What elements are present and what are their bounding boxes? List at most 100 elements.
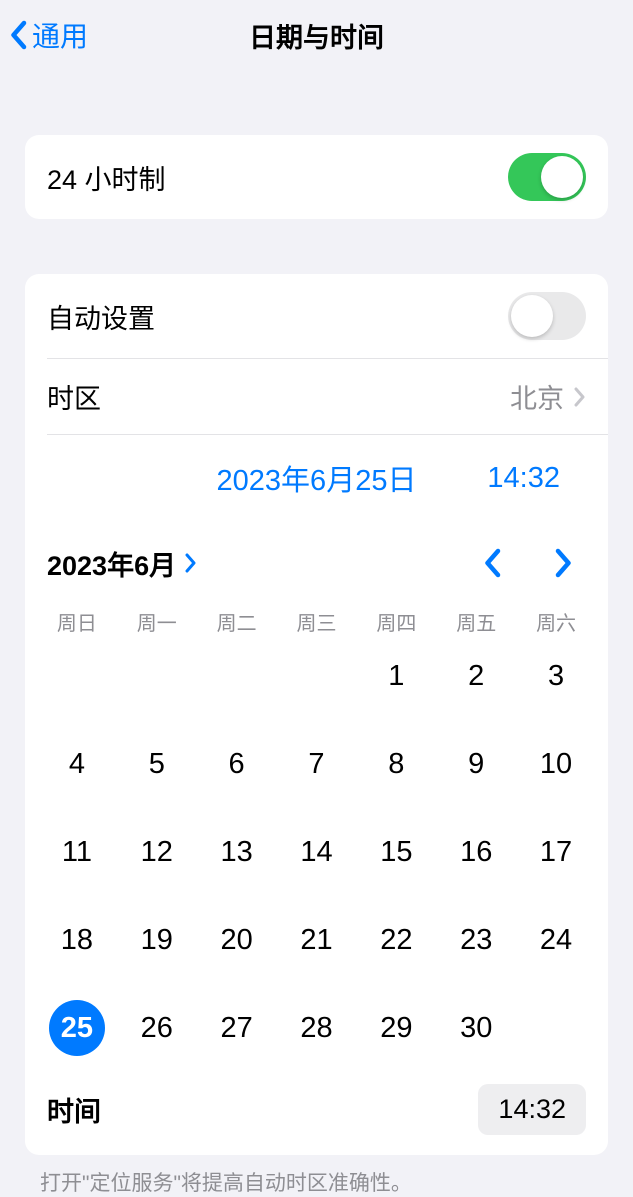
section-datetime: 自动设置 时区 北京 2023年6月25日 14:32 2023年6月 [25,274,608,1155]
day-cell[interactable]: 22 [356,910,436,970]
day-cell[interactable]: 5 [117,734,197,794]
day-cell[interactable]: 30 [436,998,516,1058]
day-cell[interactable]: 13 [197,822,277,882]
weekday-label: 周日 [37,601,117,642]
day-number: 3 [528,648,584,704]
row-autoset: 自动设置 [25,274,608,358]
day-cell[interactable]: 14 [277,822,357,882]
day-cell[interactable]: 26 [117,998,197,1058]
weekday-header: 周日周一周二周三周四周五周六 [25,593,608,642]
month-navigation: 2023年6月 [25,521,608,593]
nav-header: 通用 日期与时间 [0,0,633,70]
day-cell[interactable]: 23 [436,910,516,970]
chevron-right-icon [574,387,586,407]
chevron-left-icon [482,548,502,578]
day-number: 8 [368,736,424,792]
label-autoset: 自动设置 [47,297,508,336]
day-cell[interactable]: 3 [516,646,596,706]
day-number: 29 [368,1000,424,1056]
day-cell[interactable]: 29 [356,998,436,1058]
day-cell[interactable]: 21 [277,910,357,970]
day-cell[interactable]: 12 [117,822,197,882]
calendar-grid: 1234567891011121314151617181920212223242… [25,642,608,1070]
day-cell[interactable]: 8 [356,734,436,794]
day-number: 10 [528,736,584,792]
day-number: 4 [49,736,105,792]
toggle-knob [511,295,553,337]
label-time: 时间 [47,1090,478,1129]
prev-month-button[interactable] [470,541,514,585]
day-cell-empty [277,646,357,706]
day-cell[interactable]: 1 [356,646,436,706]
day-number: 6 [209,736,265,792]
day-number: 2 [448,648,504,704]
day-cell[interactable]: 20 [197,910,277,970]
day-number: 24 [528,912,584,968]
time-picker[interactable]: 14:32 [478,1084,586,1135]
row-timezone[interactable]: 时区 北京 [25,359,608,434]
row-24hour: 24 小时制 [25,135,608,219]
toggle-autoset[interactable] [508,292,586,340]
day-cell[interactable]: 27 [197,998,277,1058]
day-number: 15 [368,824,424,880]
month-picker[interactable]: 2023年6月 [47,544,198,583]
day-number: 21 [288,912,344,968]
weekday-label: 周四 [356,601,436,642]
chevron-left-icon [8,20,28,50]
day-number: 22 [368,912,424,968]
weekday-label: 周二 [197,601,277,642]
day-cell[interactable]: 24 [516,910,596,970]
day-number: 5 [129,736,185,792]
toggle-knob [541,156,583,198]
day-cell-empty [117,646,197,706]
back-label: 通用 [32,15,88,55]
weekday-label: 周一 [117,601,197,642]
section-24hour: 24 小时制 [25,135,608,219]
day-cell[interactable]: 11 [37,822,117,882]
day-cell[interactable]: 2 [436,646,516,706]
day-cell[interactable]: 7 [277,734,357,794]
day-number: 17 [528,824,584,880]
day-cell[interactable]: 15 [356,822,436,882]
day-number: 12 [129,824,185,880]
day-number: 26 [129,1000,185,1056]
day-cell[interactable]: 6 [197,734,277,794]
day-number: 20 [209,912,265,968]
day-cell[interactable]: 17 [516,822,596,882]
weekday-label: 周六 [516,601,596,642]
day-cell-empty [197,646,277,706]
day-number: 23 [448,912,504,968]
day-cell[interactable]: 28 [277,998,357,1058]
day-cell[interactable]: 10 [516,734,596,794]
day-cell[interactable]: 25 [37,998,117,1058]
day-number: 1 [368,648,424,704]
selected-date-display[interactable]: 2023年6月25日 [217,457,417,499]
row-selected-datetime: 2023年6月25日 14:32 [25,435,608,521]
day-cell[interactable]: 19 [117,910,197,970]
label-timezone: 时区 [47,377,510,416]
back-button[interactable]: 通用 [8,15,88,55]
label-24hour: 24 小时制 [47,158,508,197]
day-cell-empty [37,646,117,706]
day-number: 9 [448,736,504,792]
day-cell[interactable]: 16 [436,822,516,882]
day-cell[interactable]: 18 [37,910,117,970]
day-number: 14 [288,824,344,880]
day-cell[interactable]: 9 [436,734,516,794]
selected-time-display[interactable]: 14:32 [487,462,560,495]
day-number: 18 [49,912,105,968]
day-cell[interactable]: 4 [37,734,117,794]
page-title: 日期与时间 [249,16,384,55]
value-timezone: 北京 [510,377,564,416]
day-number: 19 [129,912,185,968]
day-number: 30 [448,1000,504,1056]
row-time: 时间 14:32 [25,1070,608,1155]
chevron-right-icon [184,553,198,573]
day-number: 7 [288,736,344,792]
day-number: 28 [288,1000,344,1056]
day-number: 27 [209,1000,265,1056]
toggle-24hour[interactable] [508,153,586,201]
next-month-button[interactable] [542,541,586,585]
day-number: 13 [209,824,265,880]
day-number: 11 [49,824,105,880]
